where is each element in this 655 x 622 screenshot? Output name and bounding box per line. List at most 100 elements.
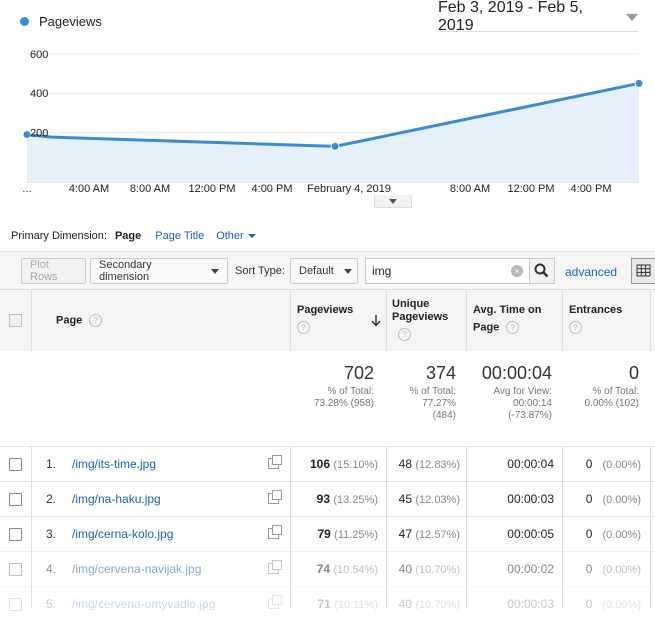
- chevron-down-icon: [343, 268, 352, 274]
- column-header-unique-pageviews[interactable]: Unique Pageviews ?: [392, 298, 448, 341]
- help-icon[interactable]: ?: [569, 321, 582, 334]
- chart-point[interactable]: [330, 141, 340, 151]
- row-page-link[interactable]: /img/cerna-kolo.jpg: [72, 527, 173, 541]
- row-pageviews-value: 106: [309, 457, 331, 471]
- row-entrances: 0 (0.00%): [562, 562, 641, 576]
- advanced-filter-link[interactable]: advanced: [565, 265, 617, 279]
- sort-type-dropdown[interactable]: Default: [290, 258, 358, 284]
- total-entrances-sub: % of Total: 0.00% (102): [562, 386, 639, 410]
- chevron-down-icon: [247, 234, 256, 238]
- row-avg-time: 00:00:04: [507, 457, 554, 471]
- column-header-pageviews[interactable]: Pageviews ?: [297, 304, 385, 334]
- row-checkbox[interactable]: [9, 493, 22, 506]
- open-external-icon[interactable]: [268, 595, 282, 609]
- total-avg-time-sub-1: Avg for View:: [493, 386, 552, 397]
- open-external-icon[interactable]: [268, 455, 282, 469]
- table-row: 1. /img/its-time.jpg 106 (15.10%) 48 (12.83…: [0, 446, 655, 482]
- search-button[interactable]: [529, 258, 555, 284]
- help-icon[interactable]: ?: [506, 321, 520, 334]
- table-toolbar: Plot Rows Secondary dimension Sort Type:…: [0, 251, 655, 290]
- row-entrances-percent: (0.00%): [602, 599, 641, 611]
- open-external-icon[interactable]: [268, 560, 282, 574]
- row-unique-percent: (12.03%): [415, 494, 460, 506]
- row-checkbox[interactable]: [9, 528, 22, 541]
- row-entrances-percent: (0.00%): [602, 529, 641, 541]
- table-view-button[interactable]: [631, 258, 655, 284]
- row-entrances: 0 (0.00%): [562, 457, 641, 471]
- dimension-other-dropdown[interactable]: Other: [216, 230, 256, 242]
- row-number: 4.: [46, 562, 57, 576]
- caret-down-icon: [389, 198, 397, 204]
- column-header-avg-time-label-2: Page: [473, 321, 500, 334]
- table-row: 5. /img/cervena-umyvadlo.jpg 71 (10.11%) 40…: [0, 586, 655, 622]
- chevron-down-icon: [626, 13, 638, 21]
- row-pageviews: 79 (11.25%): [290, 527, 378, 541]
- x-tick-label: 8:00 AM: [130, 183, 170, 195]
- row-entrances: 0 (0.00%): [562, 492, 641, 506]
- help-icon[interactable]: ?: [297, 321, 310, 334]
- row-pageviews: 71 (10.11%): [290, 597, 378, 611]
- row-checkbox[interactable]: [9, 598, 22, 611]
- row-pageviews: 106 (15.10%): [290, 457, 378, 471]
- column-header-avg-time[interactable]: Avg. Time on Page ?: [473, 304, 541, 334]
- row-unique-value: 40: [398, 597, 413, 611]
- row-entrances-percent: (0.00%): [602, 459, 641, 471]
- row-entrances-percent: (0.00%): [602, 564, 641, 576]
- help-icon[interactable]: ?: [398, 328, 411, 341]
- row-unique-pageviews: 40 (10.70%): [386, 562, 460, 576]
- chart-collapse-toggle[interactable]: [374, 195, 412, 208]
- column-header-entrances[interactable]: Entrances ?: [569, 304, 622, 334]
- clear-search-icon[interactable]: ×: [511, 265, 523, 277]
- open-external-icon[interactable]: [268, 490, 282, 504]
- date-range-picker[interactable]: Feb 3, 2019 - Feb 5, 2019: [438, 0, 638, 34]
- row-entrances-percent: (0.00%): [602, 494, 641, 506]
- total-unique-sub: % of Total: 77.27% (484): [386, 386, 456, 422]
- x-tick-label: 4:00 AM: [69, 183, 109, 195]
- row-unique-percent: (10.70%): [415, 599, 460, 611]
- row-pageviews: 93 (13.25%): [290, 492, 378, 506]
- total-avg-time-sub-3: (-73.87%): [508, 410, 552, 421]
- row-page-link[interactable]: /img/its-time.jpg: [72, 457, 156, 471]
- row-unique-percent: (12.57%): [415, 529, 460, 541]
- row-page-link[interactable]: /img/na-haku.jpg: [72, 492, 161, 506]
- dimension-page-selected[interactable]: Page: [115, 230, 141, 242]
- row-page-link[interactable]: /img/cervena-navijak.jpg: [72, 562, 201, 576]
- help-icon[interactable]: ?: [89, 314, 103, 327]
- chart-point[interactable]: [634, 78, 644, 88]
- row-checkbox[interactable]: [9, 458, 22, 471]
- dimension-page-title-link[interactable]: Page Title: [155, 230, 204, 242]
- row-page-link[interactable]: /img/cervena-umyvadlo.jpg: [72, 597, 215, 611]
- sort-descending-icon: [371, 315, 381, 327]
- row-pageviews-value: 71: [317, 597, 331, 611]
- open-external-icon[interactable]: [268, 525, 282, 539]
- column-header-page-label: Page: [56, 314, 83, 327]
- plot-rows-button[interactable]: Plot Rows: [21, 258, 86, 284]
- row-unique-percent: (10.70%): [415, 564, 460, 576]
- total-avg-time-sub: Avg for View: 00:00:14 (-73.87%): [466, 386, 552, 422]
- row-checkbox[interactable]: [9, 563, 22, 576]
- select-all-checkbox[interactable]: [9, 314, 22, 327]
- row-entrances-value: 0: [585, 562, 593, 576]
- row-entrances-value: 0: [585, 597, 593, 611]
- total-unique-sub-1: % of Total:: [409, 386, 456, 397]
- search-value: img: [372, 264, 392, 278]
- table-row: 3. /img/cerna-kolo.jpg 79 (11.25%) 47 (12.5…: [0, 516, 655, 552]
- column-header-page[interactable]: Page ?: [56, 314, 103, 327]
- table-search-input[interactable]: img ×: [365, 258, 530, 284]
- secondary-dimension-dropdown[interactable]: Secondary dimension: [90, 258, 228, 284]
- row-entrances-value: 0: [585, 527, 593, 541]
- row-number: 5.: [46, 597, 57, 611]
- row-unique-pageviews: 45 (12.03%): [386, 492, 460, 506]
- x-tick-label: 4:00 PM: [571, 183, 612, 195]
- sort-type-value: Default: [299, 265, 334, 277]
- total-avg-time: 00:00:04: [481, 363, 552, 383]
- x-tick-label: 12:00 PM: [188, 183, 235, 195]
- row-number: 1.: [46, 457, 57, 471]
- row-number: 2.: [46, 492, 57, 506]
- dimension-other-label: Other: [216, 230, 244, 242]
- column-header-avg-time-label-1: Avg. Time on: [473, 304, 542, 316]
- row-avg-time: 00:00:02: [507, 562, 554, 576]
- x-tick-label: 12:00 PM: [507, 183, 554, 195]
- y-tick-label: 200: [30, 128, 48, 140]
- grid-icon: [636, 264, 651, 277]
